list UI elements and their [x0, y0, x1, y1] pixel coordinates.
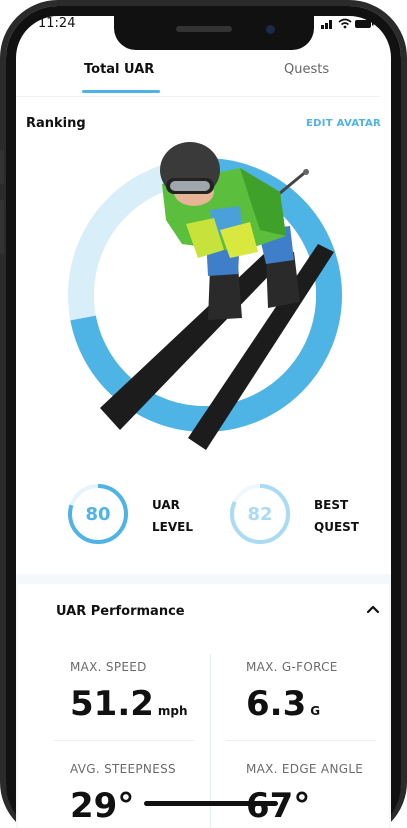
best-quest-value: 82: [247, 504, 273, 525]
metric-label-max-edge-angle: MAX. EDGE ANGLE: [246, 762, 364, 776]
tab-quests[interactable]: Quests: [284, 62, 329, 77]
tab-divider: [16, 96, 380, 97]
metric-label-max-speed: MAX. SPEED: [70, 660, 147, 674]
best-quest-label-1: BEST: [314, 498, 349, 512]
metric-value-avg-steepness: 29°: [70, 786, 135, 826]
status-icons: [321, 17, 375, 32]
ranking-title: Ranking: [26, 116, 86, 131]
tab-total-uar[interactable]: Total UAR: [84, 62, 154, 77]
signal-wifi-battery-icon: [321, 18, 374, 29]
metric-value-max-gforce: 6.3 G: [246, 684, 321, 724]
metrics-horizontal-divider: [226, 740, 376, 741]
best-quest-label-2: QUEST: [314, 520, 359, 534]
side-button: [0, 150, 4, 184]
phone-screen: 11:24 Total UAR Quests Ranking EDIT AVAT…: [0, 0, 407, 828]
metric-value-max-speed: 51.2 mph: [70, 684, 188, 724]
metrics-horizontal-divider: [54, 740, 194, 741]
uar-level-label-1: UAR: [152, 498, 180, 512]
side-button: [0, 200, 4, 254]
camera: [266, 25, 275, 34]
skier-avatar[interactable]: [90, 140, 340, 450]
performance-title: UAR Performance: [56, 604, 185, 619]
speaker: [176, 26, 232, 32]
tab-bar: Total UAR Quests: [16, 34, 380, 98]
metric-label-avg-steepness: AVG. STEEPNESS: [70, 762, 176, 776]
active-tab-indicator: [82, 90, 160, 93]
uar-level-label-2: LEVEL: [152, 520, 193, 534]
home-indicator[interactable]: [144, 801, 278, 806]
chevron-up-icon[interactable]: [364, 600, 382, 618]
status-time: 11:24: [38, 16, 76, 31]
metric-label-max-gforce: MAX. G-FORCE: [246, 660, 338, 674]
uar-level-value: 80: [85, 504, 111, 525]
metric-value-max-edge-angle: 67°: [246, 786, 311, 826]
edit-avatar-link[interactable]: EDIT AVATAR: [306, 118, 381, 129]
